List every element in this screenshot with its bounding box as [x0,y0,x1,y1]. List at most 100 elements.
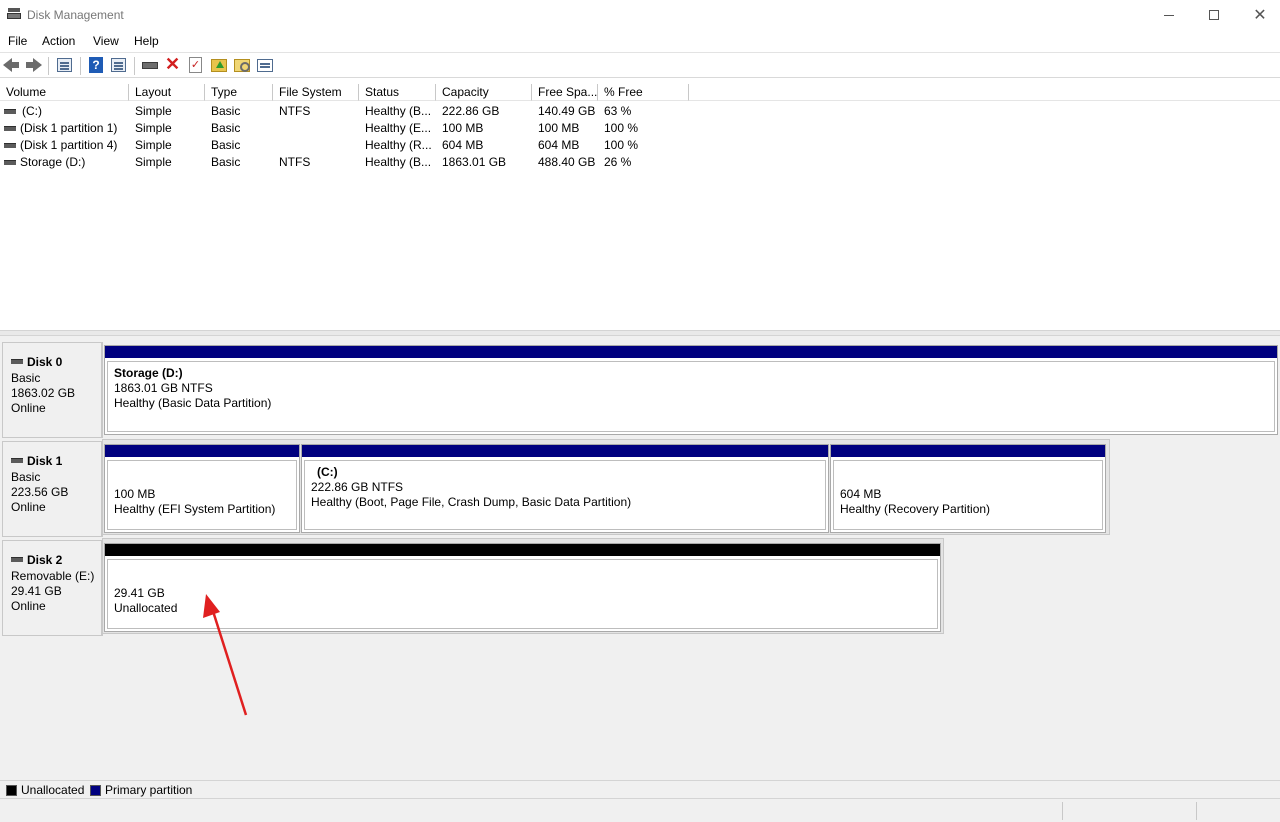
table-row[interactable]: (Disk 1 partition 1) Simple Basic Health… [0,120,1280,137]
disk-icon [11,458,23,463]
cell-layout: Simple [135,121,172,135]
drive-icon [4,109,16,114]
status-bar [0,798,1280,822]
folder-search-button[interactable] [234,57,252,74]
cell-status: Healthy (E... [365,121,432,135]
disk-name: Disk 0 [11,355,62,369]
disk-label-disk0[interactable]: Disk 0 Basic 1863.02 GB Online [2,342,103,438]
disk-state: Online [11,500,46,514]
partition-size: 29.41 GB [114,586,165,600]
disk-icon [11,359,23,364]
partition-body: (C:) 222.86 GB NTFS Healthy (Boot, Page … [304,460,826,530]
cell-percent-free: 63 % [604,104,632,118]
partition-body: 604 MB Healthy (Recovery Partition) [833,460,1103,530]
table-row[interactable]: Storage (D:) Simple Basic NTFS Healthy (… [0,154,1280,171]
status-bar-divider [1196,802,1197,820]
menu-action[interactable]: Action [42,34,75,48]
cell-file-system: NTFS [279,155,311,169]
toolbar-separator [134,57,135,75]
column-header-file-system[interactable]: File System [273,84,359,101]
column-header-free-space[interactable]: Free Spa... [532,84,598,101]
disk-type: Basic [11,470,41,484]
properties-button[interactable] [257,57,275,74]
cell-free-space: 140.49 GB [538,104,596,118]
window-title: Disk Management [27,8,124,22]
disk-size: 1863.02 GB [11,386,76,400]
partition-size: 100 MB [114,487,156,501]
show-action-pane-button[interactable] [110,57,128,74]
graphical-disk-view: Disk 0 Basic 1863.02 GB Online Storage (… [0,336,1280,780]
disk-label-disk2[interactable]: Disk 2 Removable (E:) 29.41 GB Online [2,540,103,636]
title-bar: Disk Management ✕ [0,0,1280,30]
help-button[interactable]: ? [88,57,106,74]
back-button[interactable] [3,57,21,74]
partition-storage-d[interactable]: Storage (D:) 1863.01 GB NTFS Healthy (Ba… [104,345,1278,435]
cell-percent-free: 26 % [604,155,632,169]
legend-label-primary: Primary partition [105,783,193,797]
unallocated-bar [105,544,940,556]
cell-type: Basic [211,104,241,118]
legend-label-unallocated: Unallocated [21,783,85,797]
disk-label-disk1[interactable]: Disk 1 Basic 223.56 GB Online [2,441,103,537]
partition-body: 29.41 GB Unallocated [107,559,938,629]
connect-disk-button[interactable] [142,57,160,74]
console-tree-icon [57,58,72,72]
cell-volume: Storage (D:) [20,155,86,169]
partition-status: Healthy (Recovery Partition) [840,502,991,516]
column-header-volume[interactable]: Volume [0,84,129,101]
menu-file[interactable]: File [8,34,27,48]
table-row[interactable]: (C:) Simple Basic NTFS Healthy (B... 222… [0,103,1280,120]
disk-size: 223.56 GB [11,485,69,499]
column-header-capacity[interactable]: Capacity [436,84,532,101]
properties-icon [257,59,273,72]
delete-icon: ✕ [165,54,181,74]
maximize-button[interactable] [1191,0,1237,30]
drive-icon [4,143,16,148]
minimize-button[interactable] [1146,0,1192,30]
cell-free-space: 488.40 GB [538,155,596,169]
partition-title: Storage (D:) [114,366,183,380]
column-header-status[interactable]: Status [359,84,436,101]
legend-swatch-primary [90,785,101,796]
cell-capacity: 100 MB [442,121,484,135]
disk-type: Basic [11,371,41,385]
partition-c[interactable]: (C:) 222.86 GB NTFS Healthy (Boot, Page … [301,444,829,533]
column-header-percent-free[interactable]: % Free [598,84,689,101]
cell-volume: (Disk 1 partition 1) [20,121,118,135]
column-header-filler [689,84,1280,101]
menu-help[interactable]: Help [134,34,159,48]
toolbar: ? ✕ ✓ [0,52,1280,78]
cell-capacity: 604 MB [442,138,484,152]
forward-button[interactable] [25,57,43,74]
close-button[interactable]: ✕ [1237,0,1280,30]
cell-volume: (C:) [22,104,42,118]
partition-unallocated[interactable]: 29.41 GB Unallocated [104,543,941,632]
disk-type: Removable (E:) [11,569,95,583]
partition-recovery[interactable]: 604 MB Healthy (Recovery Partition) [830,444,1106,533]
disk-name: Disk 2 [11,553,62,567]
delete-button[interactable]: ✕ [165,54,183,74]
cell-volume: (Disk 1 partition 4) [20,138,118,152]
cell-percent-free: 100 % [604,138,639,152]
partition-efi[interactable]: 100 MB Healthy (EFI System Partition) [104,444,300,533]
partition-size: 1863.01 GB NTFS [114,381,213,395]
column-header-layout[interactable]: Layout [129,84,205,101]
cell-status: Healthy (B... [365,155,432,169]
minimize-icon [1164,14,1174,16]
table-row[interactable]: (Disk 1 partition 4) Simple Basic Health… [0,137,1280,154]
menu-view[interactable]: View [93,34,119,48]
check-properties-button[interactable]: ✓ [187,57,205,74]
disk-name: Disk 1 [11,454,62,468]
column-header-type[interactable]: Type [205,84,273,101]
status-bar-divider [1062,802,1063,820]
partition-status: Healthy (EFI System Partition) [114,502,276,516]
toolbar-separator [48,57,49,75]
disk-state: Online [11,401,46,415]
cell-layout: Simple [135,104,172,118]
cell-layout: Simple [135,155,172,169]
console-tree-button[interactable] [56,57,74,74]
folder-up-button[interactable] [211,57,229,74]
volume-list-header: Volume Layout Type File System Status Ca… [0,84,1280,101]
legend-bar: Unallocated Primary partition [0,780,1280,798]
show-action-pane-icon [111,58,126,72]
